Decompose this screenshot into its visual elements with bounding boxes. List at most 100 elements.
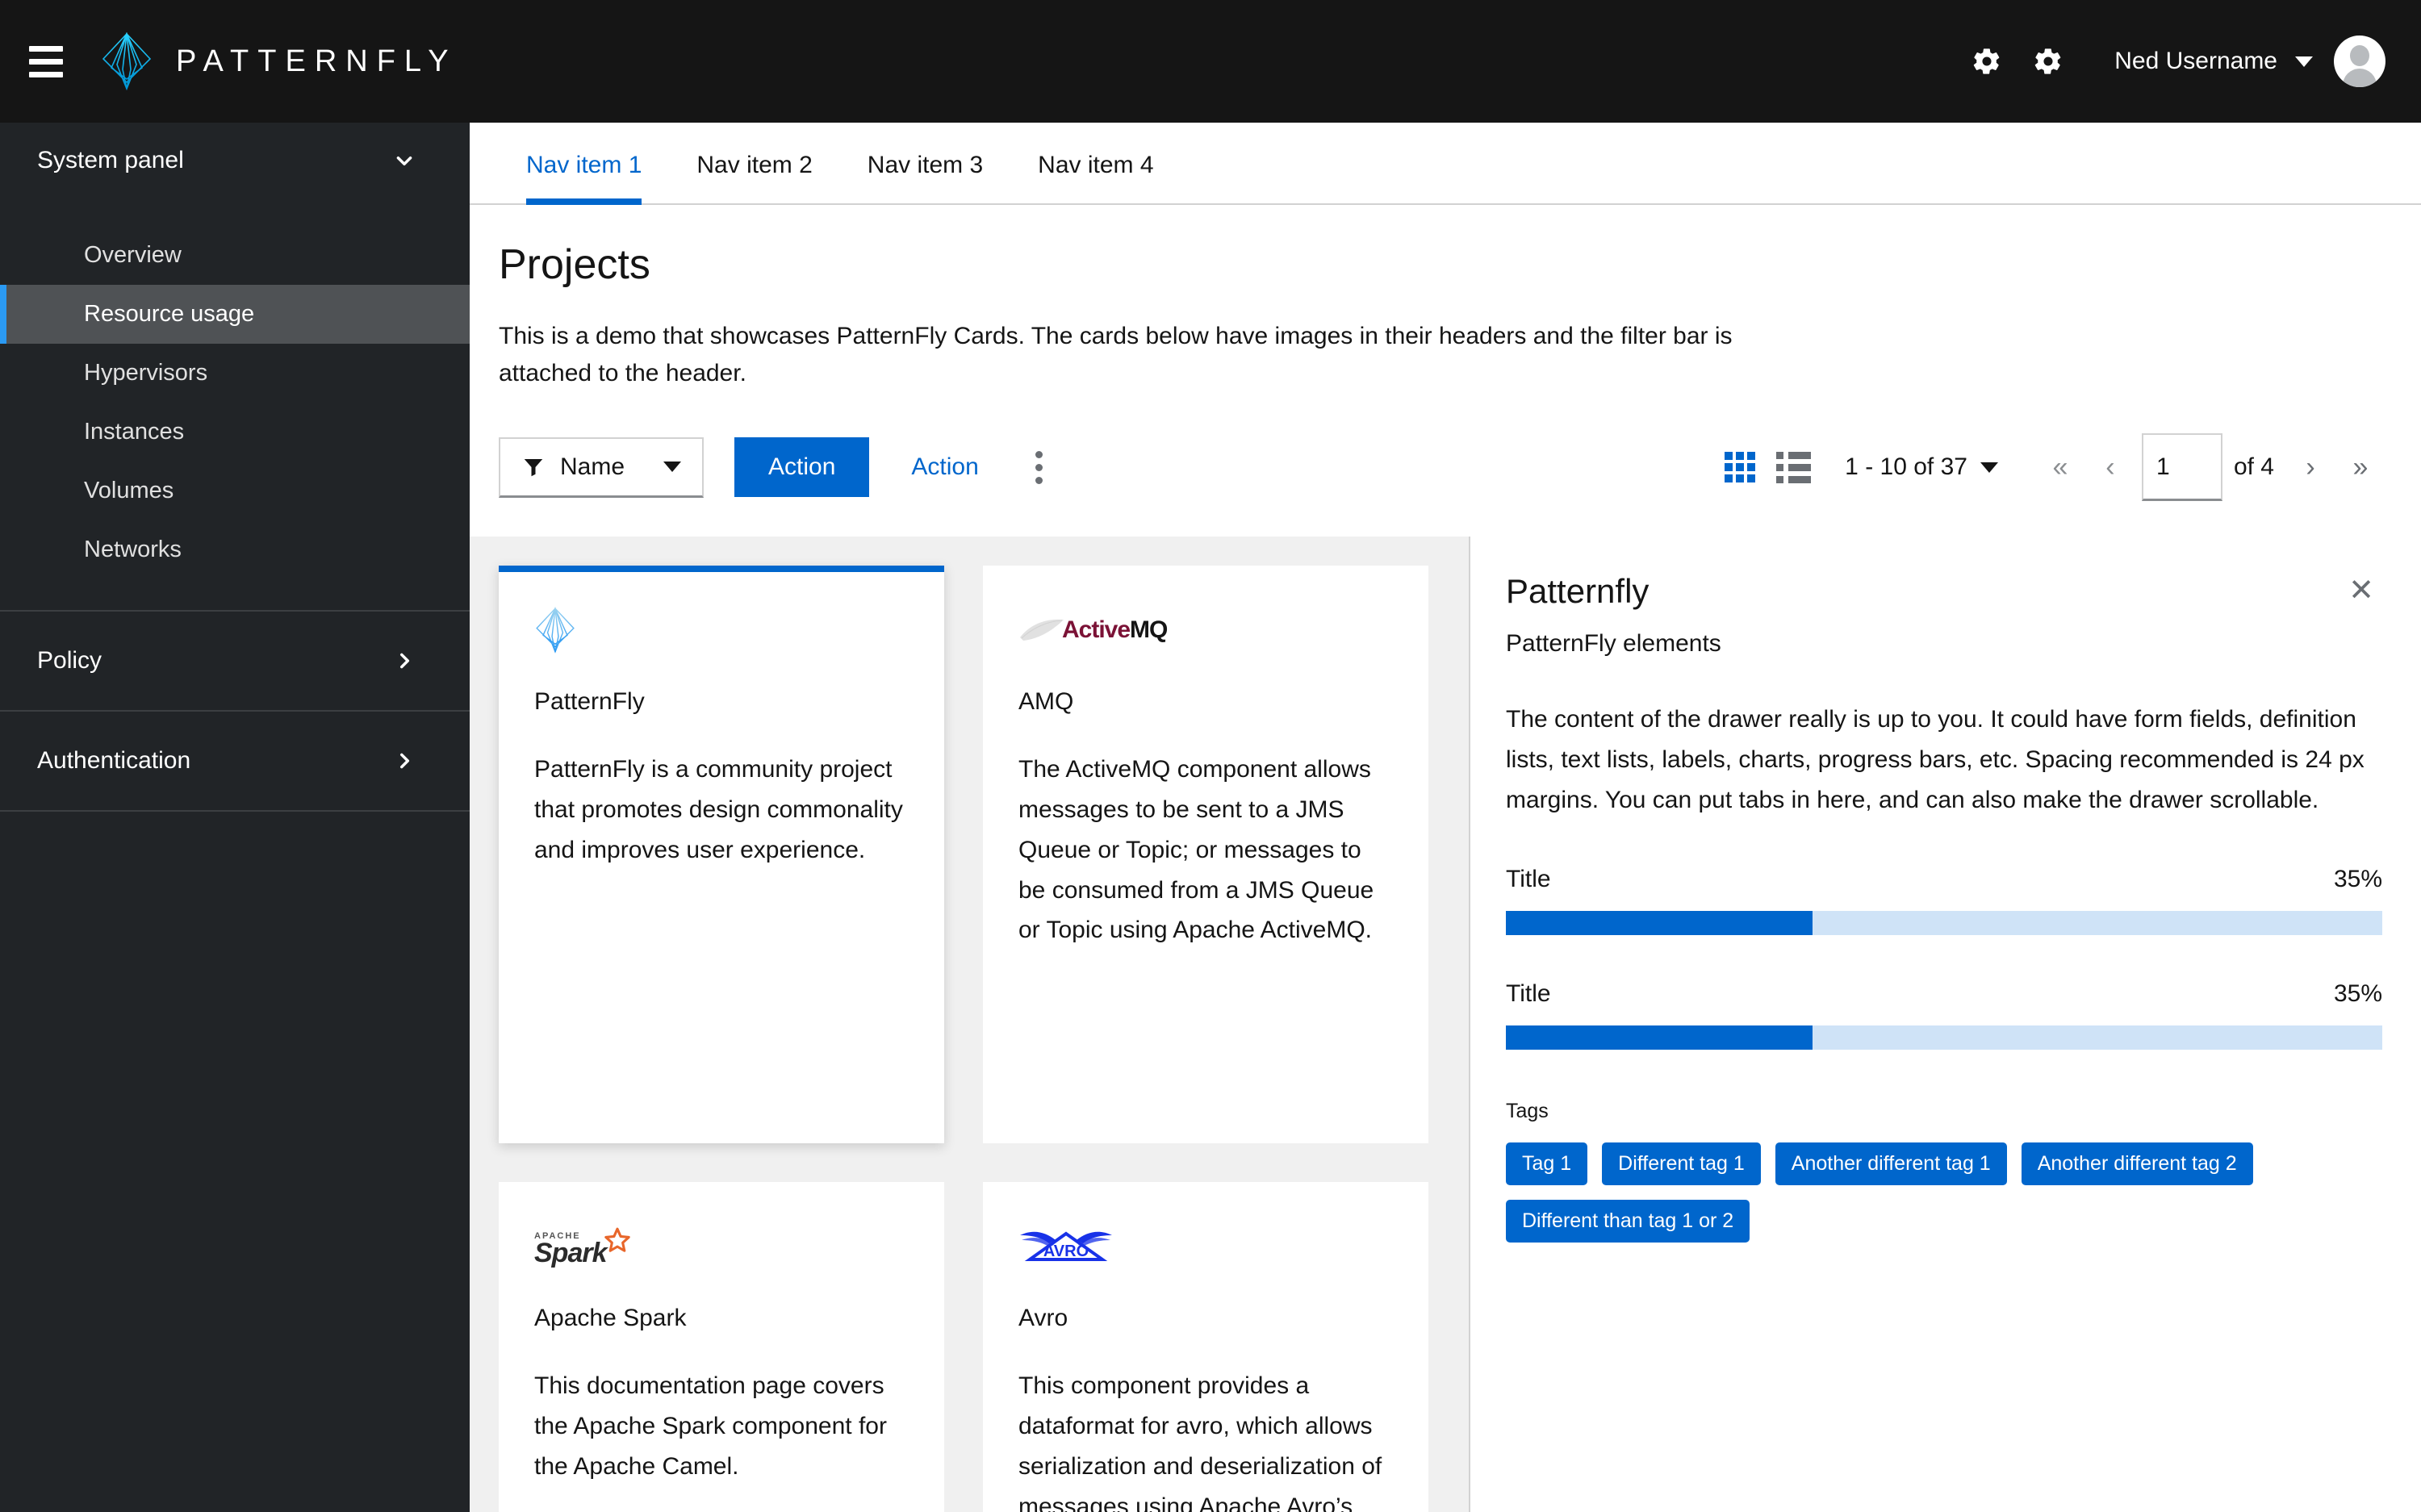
tag-item[interactable]: Another different tag 1 xyxy=(1775,1142,2007,1185)
drawer-header: Patternfly ✕ xyxy=(1506,572,2382,611)
content-split: PatternFly PatternFly is a community pro… xyxy=(470,537,2421,1512)
progress-header: Title 35% xyxy=(1506,980,2382,1008)
sidebar-item-instances[interactable]: Instances xyxy=(0,403,470,462)
card-body: The ActiveMQ component allows messages t… xyxy=(1018,756,1374,944)
tag-item[interactable]: Tag 1 xyxy=(1506,1142,1588,1185)
progress-label: Title xyxy=(1506,979,1551,1007)
sidebar-item-label: Overview xyxy=(84,242,182,268)
view-toggle xyxy=(1725,451,1812,483)
chevron-down-icon xyxy=(663,462,681,473)
gear-icon xyxy=(2034,48,2061,74)
sidebar-item-hypervisors[interactable]: Hypervisors xyxy=(0,344,470,403)
tab-nav-item-3[interactable]: Nav item 3 xyxy=(840,123,1010,203)
card-body: This documentation page covers the Apach… xyxy=(534,1372,887,1480)
drawer-subtitle: PatternFly elements xyxy=(1506,630,1721,658)
sidebar-item-overview[interactable]: Overview xyxy=(0,226,470,285)
progress-fill xyxy=(1506,910,1813,935)
avatar[interactable] xyxy=(2334,36,2385,87)
toolbar: Name Action Action 1 - 10 of 37 « ‹ 1 of… xyxy=(470,391,2421,537)
sidebar-group-label: Authentication xyxy=(37,747,191,774)
card-title: AMQ xyxy=(1018,688,1074,716)
sidebar-group-authentication[interactable]: Authentication xyxy=(0,710,470,810)
chevron-right-icon xyxy=(400,753,410,769)
card-title: Avro xyxy=(1018,1305,1068,1332)
progress-header: Title 35% xyxy=(1506,866,2382,893)
sidebar-item-networks[interactable]: Networks xyxy=(0,520,470,579)
card-title: Apache Spark xyxy=(534,1305,687,1332)
settings-gear-icon-1[interactable] xyxy=(1956,31,2018,92)
drawer-title: Patternfly xyxy=(1506,572,1650,611)
tab-nav-item-2[interactable]: Nav item 2 xyxy=(669,123,839,203)
patternfly-logo-icon xyxy=(536,607,575,654)
tag-item[interactable]: Another different tag 2 xyxy=(2021,1142,2253,1185)
page-description: This is a demo that showcases PatternFly… xyxy=(499,323,1733,386)
application-root: PATTERNFLY Ned Username System panel Ove… xyxy=(0,0,2421,1512)
tab-label: Nav item 2 xyxy=(696,152,813,178)
close-icon[interactable]: ✕ xyxy=(2340,572,2382,609)
sidebar-item-label: Instances xyxy=(84,419,185,445)
sidebar-item-volumes[interactable]: Volumes xyxy=(0,462,470,520)
hamburger-menu-icon[interactable] xyxy=(29,37,77,86)
pagination: 1 - 10 of 37 « ‹ of 4 › » xyxy=(1725,433,2385,502)
activemq-wordmark: ActiveMQ xyxy=(1062,616,1168,644)
filter-dropdown[interactable]: Name xyxy=(499,436,704,498)
avro-wordmark: AVRO xyxy=(1043,1243,1089,1260)
body-wrapper: System panel Overview Resource usage Hyp… xyxy=(0,123,2421,1512)
pagination-next-button[interactable]: › xyxy=(2285,442,2335,492)
list-view-icon[interactable] xyxy=(1776,451,1812,483)
filter-icon xyxy=(524,458,543,476)
kebab-menu-icon[interactable] xyxy=(1014,442,1064,492)
tab-label: Nav item 1 xyxy=(526,152,642,178)
sidebar-group-system-panel[interactable]: System panel xyxy=(0,123,470,198)
card-logo: APACHE Spark xyxy=(534,1221,909,1272)
feather-icon xyxy=(1020,619,1064,641)
progress-fill xyxy=(1506,1025,1813,1050)
detail-drawer: Patternfly ✕ PatternFly elements The con… xyxy=(1469,537,2421,1512)
primary-action-button[interactable]: Action xyxy=(734,437,870,498)
activemq-logo-icon: ActiveMQ xyxy=(1018,616,1168,644)
progress-item-2: Title 35% xyxy=(1506,980,2382,1050)
sidebar-divider xyxy=(0,810,470,812)
brand-name: PATTERNFLY xyxy=(176,44,458,78)
pagination-page-input[interactable] xyxy=(2141,433,2222,502)
tag-item[interactable]: Different than tag 1 or 2 xyxy=(1506,1199,1750,1243)
pagination-last-button[interactable]: » xyxy=(2335,442,2385,492)
pagination-first-button[interactable]: « xyxy=(2035,442,2085,492)
card-avro[interactable]: AVRO Avro This component provides a data… xyxy=(983,1182,1428,1512)
card-patternfly[interactable]: PatternFly PatternFly is a community pro… xyxy=(499,566,944,1144)
secondary-action-button[interactable]: Action xyxy=(884,437,1006,497)
progress-value: 35% xyxy=(2333,865,2382,892)
filter-label: Name xyxy=(560,453,625,480)
star-icon xyxy=(604,1227,630,1252)
grid-view-icon[interactable] xyxy=(1725,452,1756,483)
tags-label: Tags xyxy=(1506,1099,1549,1122)
page-title: Projects xyxy=(499,241,650,288)
progress-value: 35% xyxy=(2333,979,2382,1007)
card-body: PatternFly is a community project that p… xyxy=(534,756,903,863)
progress-track xyxy=(1506,1025,2382,1050)
card-apache-spark[interactable]: APACHE Spark Apache Spark This documenta… xyxy=(499,1182,944,1512)
chevron-down-icon xyxy=(396,157,412,166)
brand[interactable]: PATTERNFLY xyxy=(100,32,458,90)
tab-label: Nav item 4 xyxy=(1038,152,1154,178)
card-logo: ActiveMQ xyxy=(1018,604,1393,656)
tab-nav-item-4[interactable]: Nav item 4 xyxy=(1010,123,1181,203)
tab-nav-item-1[interactable]: Nav item 1 xyxy=(499,123,669,205)
sidebar-group-label: Policy xyxy=(37,647,102,674)
card-logo: AVRO xyxy=(1018,1221,1393,1272)
pagination-prev-button[interactable]: ‹ xyxy=(2085,442,2135,492)
user-menu[interactable]: Ned Username xyxy=(2079,48,2334,75)
pagination-per-page-chevron-down-icon[interactable] xyxy=(1980,462,1998,473)
spark-wordmark: Spark xyxy=(534,1238,607,1269)
sidebar-item-resource-usage[interactable]: Resource usage xyxy=(0,285,470,344)
card-amq[interactable]: ActiveMQ AMQ The ActiveMQ component allo… xyxy=(983,566,1428,1144)
tag-item[interactable]: Different tag 1 xyxy=(1602,1142,1761,1185)
tab-bar: Nav item 1 Nav item 2 Nav item 3 Nav ite… xyxy=(470,123,2421,205)
progress-label: Title xyxy=(1506,865,1551,892)
settings-gear-icon-2[interactable] xyxy=(2018,31,2079,92)
sidebar-group-policy[interactable]: Policy xyxy=(0,610,470,710)
sidebar-item-label: Resource usage xyxy=(84,301,255,327)
card-grid: PatternFly PatternFly is a community pro… xyxy=(499,566,1469,1512)
